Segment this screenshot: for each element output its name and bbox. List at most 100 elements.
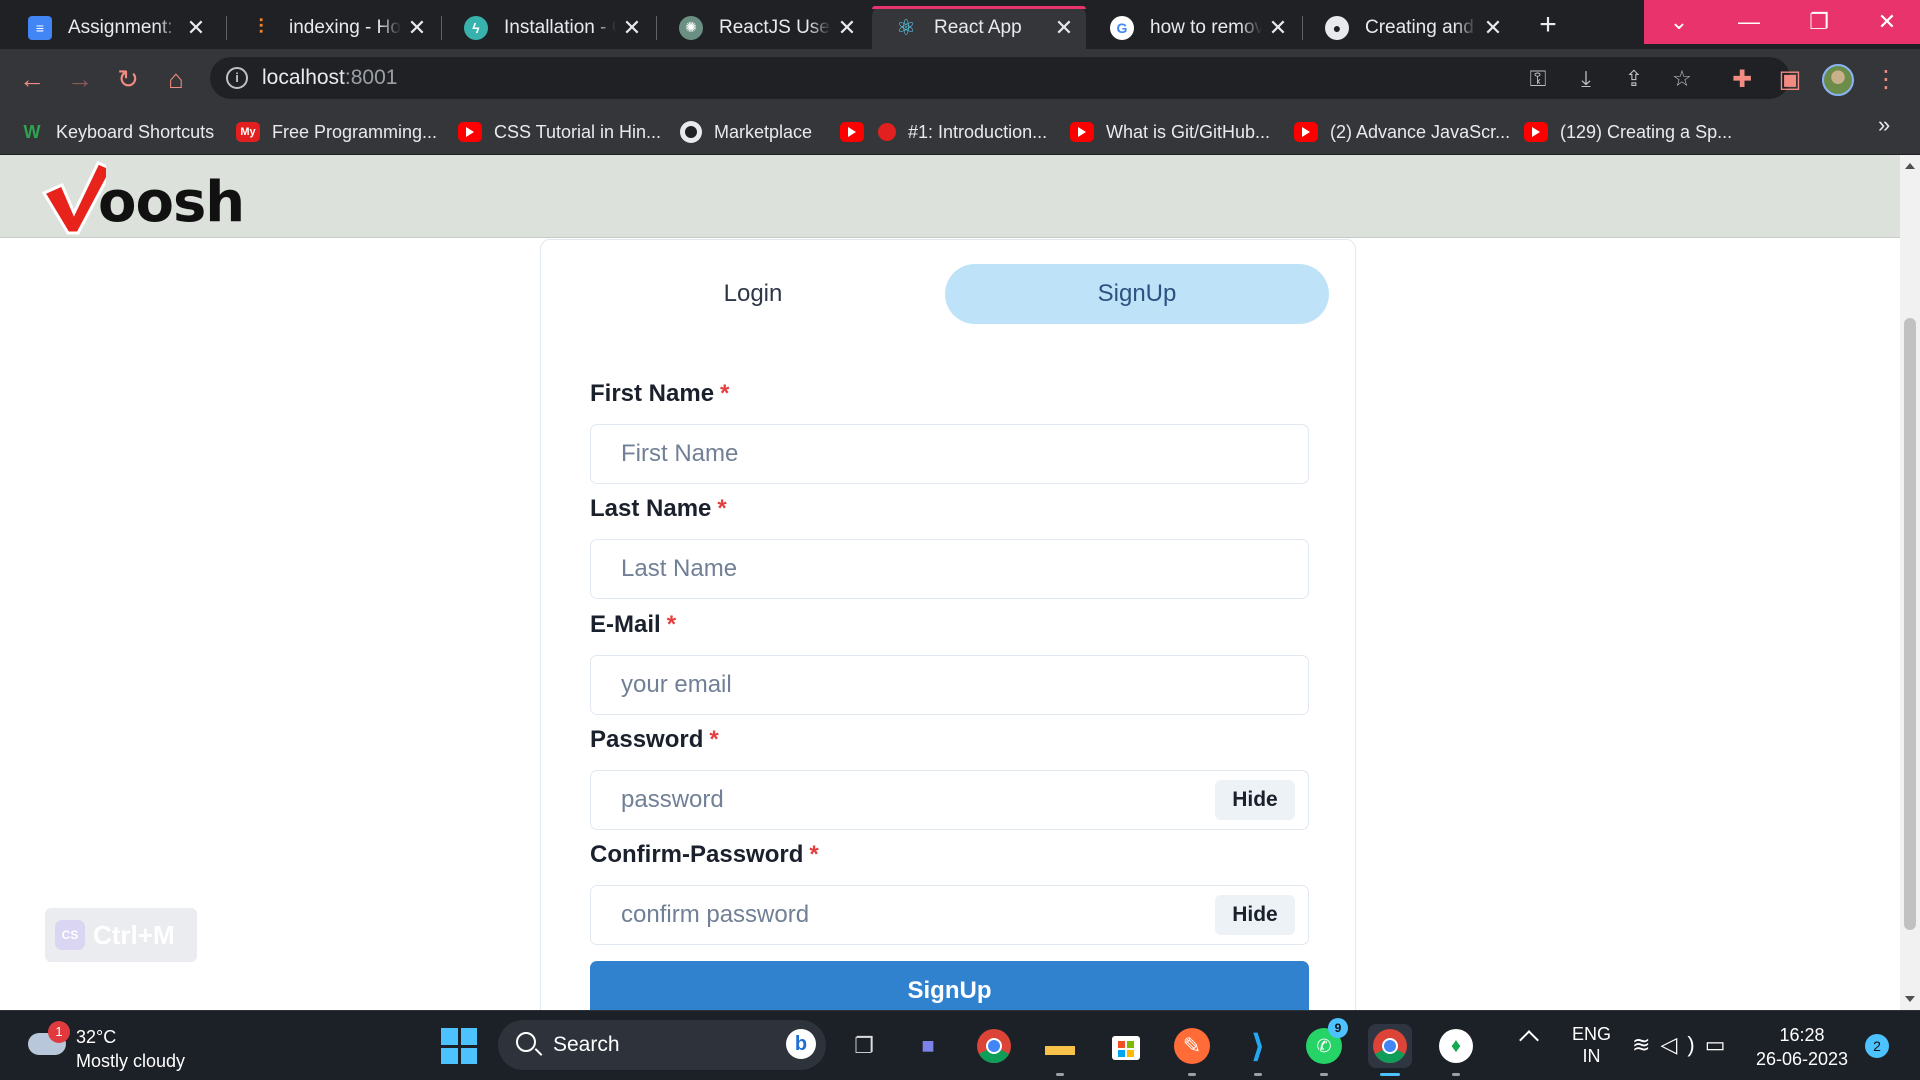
youtube-icon <box>1524 122 1548 142</box>
logo-text: oosh <box>98 170 245 235</box>
tab-login[interactable]: Login <box>561 264 945 324</box>
share-icon[interactable]: ⇪ <box>1622 67 1646 91</box>
browser-tab[interactable]: ● Creating and hosting ✕ <box>1303 6 1515 49</box>
install-app-icon[interactable]: ⤓ <box>1574 67 1598 91</box>
whatsapp-icon[interactable]: ✆ 9 <box>1302 1018 1348 1076</box>
bookmark-label: What is Git/GitHub... <box>1106 121 1271 142</box>
bookmark-label: Keyboard Shortcuts <box>56 121 215 142</box>
chatgpt-icon: ✺ <box>679 15 703 40</box>
confirm-password-input[interactable] <box>591 886 1308 944</box>
language-indicator[interactable]: ENG IN <box>1572 1023 1611 1067</box>
scroll-down-icon[interactable] <box>1905 996 1915 1002</box>
start-button[interactable] <box>441 1028 477 1064</box>
file-explorer-icon[interactable]: ▬ <box>1038 1024 1082 1076</box>
bookmark-item[interactable]: W Keyboard Shortcuts <box>20 119 215 145</box>
close-icon[interactable]: ✕ <box>1268 15 1288 41</box>
taskbar-search[interactable]: Search b <box>498 1020 826 1070</box>
close-icon[interactable]: ✕ <box>622 15 642 41</box>
bookmark-item[interactable]: (129) Creating a Sp... <box>1524 119 1732 145</box>
scrollbar-thumb[interactable] <box>1904 318 1916 930</box>
bookmark-label: (129) Creating a Sp... <box>1560 121 1733 142</box>
youtube-icon <box>1070 122 1094 142</box>
password-input[interactable] <box>591 771 1308 829</box>
home-button[interactable]: ⌂ <box>158 61 194 97</box>
notification-badge[interactable]: 2 <box>1865 1034 1889 1058</box>
browser-tab[interactable]: ✺ ReactJS User UI ✕ <box>657 6 869 49</box>
show-hidden-icons-chevron[interactable] <box>1519 1030 1539 1050</box>
browser-tab-active[interactable]: ⚛ React App ✕ <box>872 6 1086 49</box>
bookmarks-overflow-button[interactable]: » <box>1878 112 1890 138</box>
confirm-password-hide-button[interactable]: Hide <box>1215 895 1295 935</box>
browser-tab[interactable]: ϟ Installation - Chakra ✕ <box>442 6 654 49</box>
required-marker: * <box>666 611 677 638</box>
tab-search-button[interactable]: ⌄ <box>1644 0 1714 44</box>
first-name-field[interactable] <box>590 424 1309 484</box>
bookmark-item[interactable]: (2) Advance JavaScr... <box>1294 119 1510 145</box>
app-header: oosh <box>0 155 1900 238</box>
app-logo[interactable]: oosh <box>42 155 245 235</box>
chrome-active-icon[interactable] <box>1368 1024 1412 1076</box>
bookmark-item[interactable]: My Free Programming... <box>236 119 437 145</box>
reload-button[interactable]: ↻ <box>110 61 146 97</box>
forward-button[interactable]: → <box>62 61 98 97</box>
wifi-icon[interactable]: ≋ <box>1632 1032 1660 1057</box>
teams-icon[interactable]: ■ <box>906 1024 950 1068</box>
store-icon[interactable] <box>1104 1024 1148 1068</box>
browser-tab[interactable]: ≡ Assignment: Full Stack ✕ <box>6 6 218 49</box>
address-bar[interactable]: i localhost:8001 ⚿ ⤓ ⇪ ☆ <box>210 57 1790 99</box>
side-panel-icon[interactable]: ▣ <box>1772 61 1808 97</box>
clock[interactable]: 16:28 26-06-2023 <box>1752 1023 1852 1071</box>
signup-submit-button[interactable]: SignUp <box>590 961 1309 1010</box>
bookmark-item[interactable]: Marketplace <box>680 119 812 145</box>
tab-title: Assignment: Full Stack <box>68 16 180 38</box>
extensions-icon[interactable]: ✚ <box>1724 61 1760 97</box>
window-close-button[interactable]: ✕ <box>1854 0 1920 44</box>
last-name-input[interactable] <box>591 540 1308 598</box>
menu-kebab-icon[interactable]: ⋮ <box>1868 61 1904 97</box>
minimize-button[interactable]: — <box>1714 0 1784 44</box>
back-button[interactable]: ← <box>14 61 50 97</box>
password-hide-button[interactable]: Hide <box>1215 780 1295 820</box>
close-icon[interactable]: ✕ <box>186 15 206 41</box>
bookmark-item[interactable]: #1: Introduction... <box>840 119 1047 145</box>
system-tray-icons[interactable]: ≋◁)▭ <box>1632 1032 1735 1058</box>
close-icon[interactable]: ✕ <box>1483 15 1503 41</box>
close-icon[interactable]: ✕ <box>407 15 427 41</box>
url-text[interactable]: localhost:8001 <box>262 66 397 90</box>
browser-tab[interactable]: G how to remove ✕ <box>1088 6 1300 49</box>
weather-widget[interactable]: 1 32°C Mostly cloudy <box>28 1021 208 1071</box>
restore-button[interactable]: ❐ <box>1784 0 1854 44</box>
volume-icon[interactable]: ◁) <box>1660 1032 1704 1057</box>
confirm-password-field[interactable]: Hide <box>590 885 1309 945</box>
vscode-icon[interactable]: ⟩ <box>1236 1024 1280 1076</box>
postman-icon[interactable]: ✎ <box>1170 1024 1214 1076</box>
bookmark-item[interactable]: CSS Tutorial in Hin... <box>458 119 661 145</box>
page-scrollbar[interactable] <box>1900 155 1920 1010</box>
first-name-input[interactable] <box>591 425 1308 483</box>
extension-shortcut-badge[interactable]: CS Ctrl+M <box>45 908 197 962</box>
key-icon[interactable]: ⚿ <box>1526 67 1550 91</box>
youtube-icon <box>458 122 482 142</box>
last-name-field[interactable] <box>590 539 1309 599</box>
profile-avatar[interactable] <box>1822 64 1854 96</box>
bookmark-item[interactable]: What is Git/GitHub... <box>1070 119 1270 145</box>
site-info-icon[interactable]: i <box>226 67 248 89</box>
search-icon <box>516 1032 536 1052</box>
bookmark-star-icon[interactable]: ☆ <box>1670 67 1694 91</box>
email-field[interactable] <box>590 655 1309 715</box>
browser-tab[interactable]: ⫶ indexing - How to ✕ <box>227 6 439 49</box>
email-input[interactable] <box>591 656 1308 714</box>
scroll-up-icon[interactable] <box>1905 163 1915 169</box>
task-view-icon[interactable]: ❐ <box>842 1024 886 1068</box>
bing-icon[interactable]: b <box>786 1029 816 1059</box>
close-icon[interactable]: ✕ <box>837 15 857 41</box>
tab-signup[interactable]: SignUp <box>945 264 1329 324</box>
password-field[interactable]: Hide <box>590 770 1309 830</box>
mongodb-icon[interactable]: ♦ <box>1434 1024 1478 1076</box>
new-tab-button[interactable]: + <box>1530 8 1566 44</box>
chrome-icon[interactable] <box>972 1024 1016 1068</box>
close-icon[interactable]: ✕ <box>1054 15 1074 41</box>
battery-icon[interactable]: ▭ <box>1705 1032 1736 1057</box>
weather-condition: Mostly cloudy <box>76 1051 186 1071</box>
required-marker: * <box>809 841 819 868</box>
